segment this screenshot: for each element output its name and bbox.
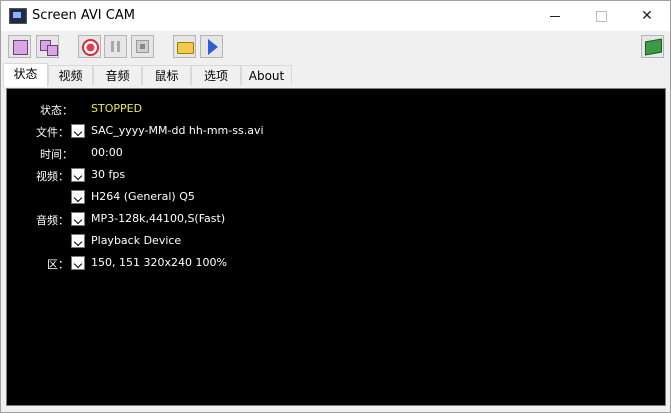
region-row: 区： 150, 151 320x240 100% — [7, 254, 647, 272]
region-value: 150, 151 320x240 100% — [91, 256, 227, 269]
app-window: Screen AVI CAM ✕ 状态 视频 音频 鼠标 选项 About 状态… — [0, 0, 671, 413]
minimize-icon — [550, 15, 560, 17]
status-row: 状态： STOPPED — [7, 100, 647, 118]
title-bar: Screen AVI CAM ✕ — [1, 1, 670, 31]
tab-options[interactable]: 选项 — [191, 65, 241, 85]
minimize-button[interactable] — [532, 1, 578, 31]
region-label: 区： — [47, 258, 69, 271]
tab-mouse[interactable]: 鼠标 — [142, 65, 191, 85]
select-window-button[interactable] — [36, 35, 59, 58]
video-fps-value: 30 fps — [91, 168, 126, 181]
video-codec-row: H264 (General) Q5 — [7, 188, 647, 206]
audio-label: 音频： — [36, 214, 69, 227]
toolbar — [1, 32, 670, 62]
help-button[interactable] — [641, 35, 664, 58]
select-region-icon — [13, 40, 28, 55]
tab-status[interactable]: 状态 — [3, 63, 48, 87]
audio-codec-dropdown[interactable] — [71, 212, 85, 226]
region-dropdown[interactable] — [71, 256, 85, 270]
file-dropdown[interactable] — [71, 124, 85, 138]
file-value: SAC_yyyy-MM-dd hh-mm-ss.avi — [91, 124, 264, 137]
status-label: 状态： — [40, 104, 73, 117]
file-label: 文件： — [36, 126, 69, 139]
close-button[interactable]: ✕ — [624, 1, 670, 31]
status-panel: 状态： STOPPED 文件： SAC_yyyy-MM-dd hh-mm-ss.… — [6, 88, 666, 406]
open-folder-icon — [177, 42, 194, 54]
pause-icon — [111, 41, 114, 52]
stop-button[interactable] — [131, 35, 154, 58]
time-row: 时间： 00:00 — [7, 144, 647, 162]
help-book-icon — [645, 38, 662, 56]
select-region-button[interactable] — [8, 35, 31, 58]
audio-codec-value: MP3-128k,44100,S(Fast) — [91, 212, 226, 225]
tab-bar: 状态 视频 音频 鼠标 选项 About — [1, 63, 670, 87]
close-icon: ✕ — [641, 8, 653, 24]
play-button[interactable] — [200, 35, 223, 58]
record-icon — [82, 39, 99, 56]
time-value: 00:00 — [91, 146, 123, 159]
audio-device-value: Playback Device — [91, 234, 182, 247]
video-label: 视频： — [36, 170, 69, 183]
app-icon — [9, 8, 27, 24]
open-folder-button[interactable] — [173, 35, 196, 58]
maximize-button[interactable] — [578, 1, 624, 31]
audio-codec-row: 音频： MP3-128k,44100,S(Fast) — [7, 210, 647, 228]
tab-audio[interactable]: 音频 — [93, 65, 142, 85]
record-button[interactable] — [78, 35, 101, 58]
tab-video[interactable]: 视频 — [48, 65, 93, 85]
video-fps-row: 视频： 30 fps — [7, 166, 647, 184]
audio-device-dropdown[interactable] — [71, 234, 85, 248]
maximize-icon — [595, 10, 607, 22]
file-row: 文件： SAC_yyyy-MM-dd hh-mm-ss.avi — [7, 122, 647, 140]
video-codec-dropdown[interactable] — [71, 190, 85, 204]
pause-button[interactable] — [104, 35, 127, 58]
time-label: 时间： — [40, 148, 73, 161]
audio-device-row: Playback Device — [7, 232, 647, 250]
status-value: STOPPED — [91, 102, 143, 115]
play-icon — [208, 39, 218, 55]
window-title: Screen AVI CAM — [32, 8, 135, 23]
video-codec-value: H264 (General) Q5 — [91, 190, 195, 203]
tab-about[interactable]: About — [241, 65, 292, 85]
video-fps-dropdown[interactable] — [71, 168, 85, 182]
